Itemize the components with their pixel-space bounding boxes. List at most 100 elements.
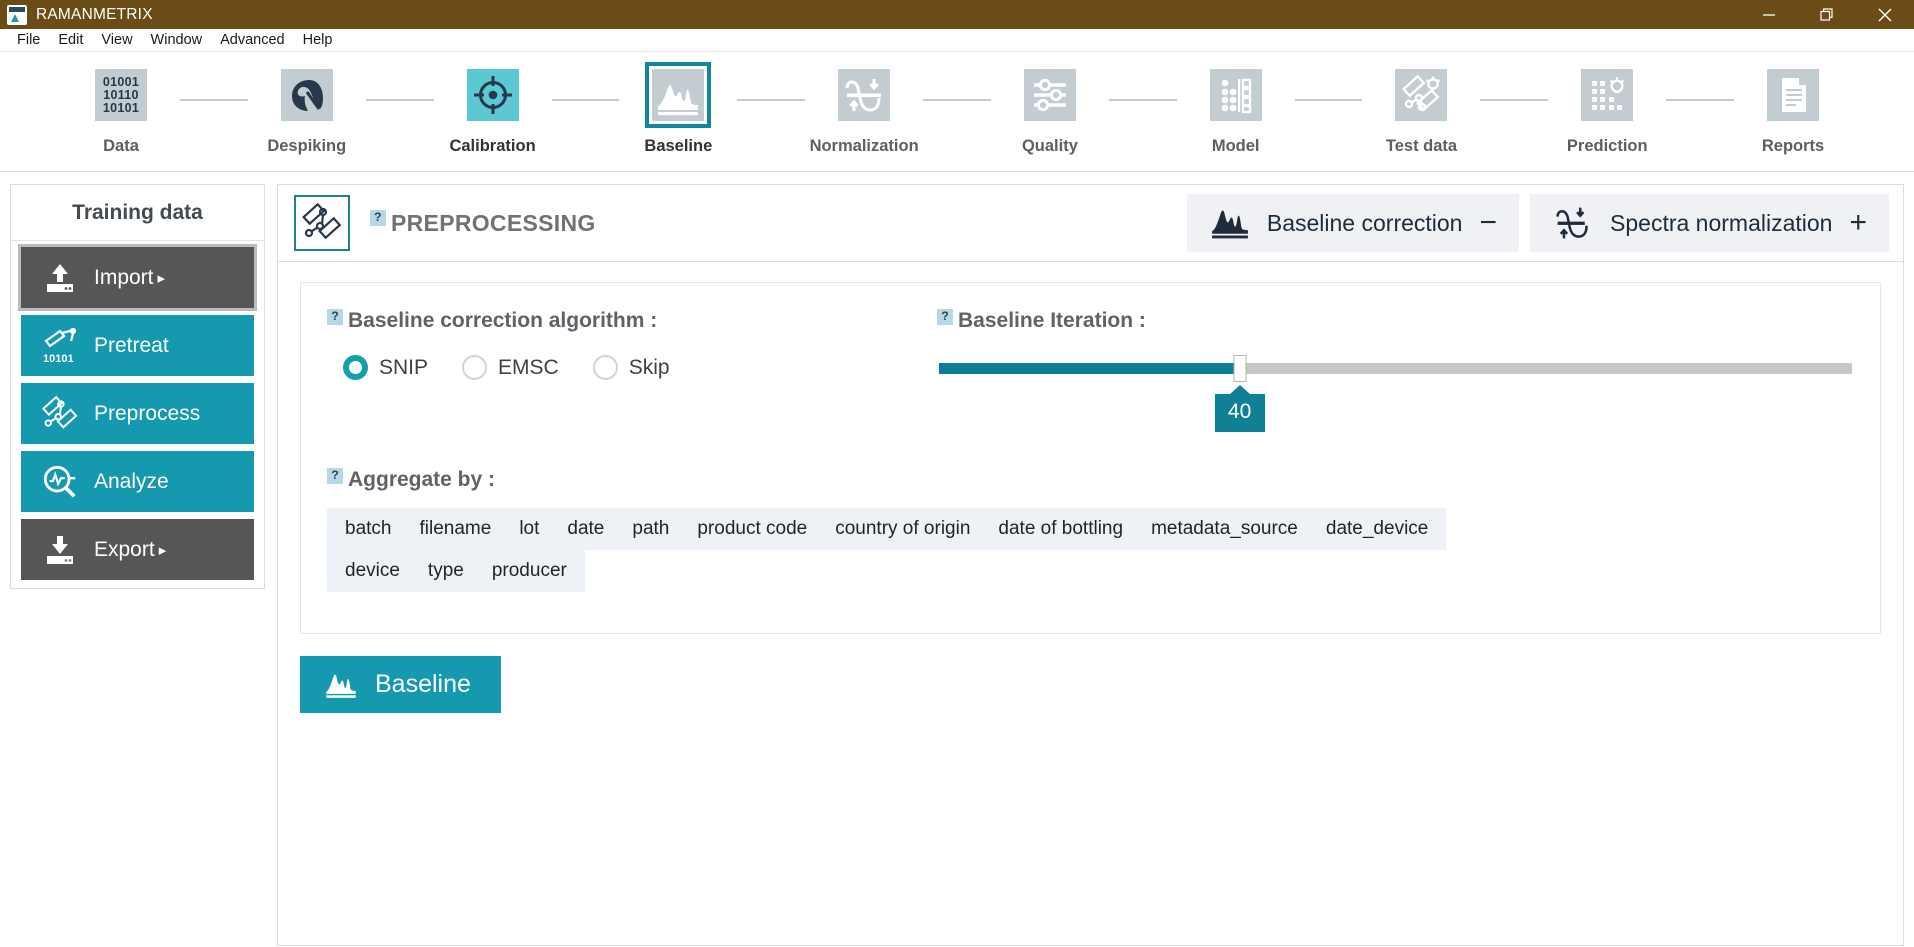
workflow-connector bbox=[365, 99, 434, 101]
sidebar-item-pretreat-label: Pretreat bbox=[94, 333, 169, 357]
page-title-group: ? PREPROCESSING bbox=[370, 209, 596, 237]
workflow-step-quality[interactable]: Quality bbox=[991, 62, 1109, 156]
menu-item-file[interactable]: File bbox=[8, 29, 49, 52]
workflow-step-model[interactable]: Model bbox=[1177, 62, 1295, 156]
aggregate-tag[interactable]: metadata_source bbox=[1137, 514, 1312, 544]
menu-item-advanced[interactable]: Advanced bbox=[211, 29, 294, 52]
baseline-run-button[interactable]: Baseline bbox=[300, 656, 501, 713]
aggregate-tag[interactable]: device bbox=[331, 556, 414, 586]
slider-thumb[interactable] bbox=[1233, 355, 1247, 382]
algorithm-section: ? Baseline correction algorithm : SNIP E… bbox=[327, 309, 927, 380]
aggregate-section: ? Aggregate by : batch filename lot date… bbox=[327, 468, 1854, 592]
workflow-connector bbox=[923, 99, 991, 101]
spectrum-icon bbox=[652, 69, 705, 121]
help-badge-icon[interactable]: ? bbox=[327, 468, 343, 484]
radio-mark-snip[interactable] bbox=[343, 355, 368, 380]
workflow-step-baseline-tile bbox=[645, 62, 712, 128]
collapse-minus-icon[interactable]: − bbox=[1479, 208, 1497, 238]
aggregate-tag[interactable]: path bbox=[618, 514, 683, 544]
close-button[interactable] bbox=[1856, 0, 1914, 29]
workflow-step-baseline[interactable]: Baseline bbox=[619, 62, 737, 156]
main-panel: ? PREPROCESSING Baseline correction − Sp… bbox=[277, 184, 1904, 946]
run-row: Baseline bbox=[300, 656, 1881, 713]
aggregate-tag[interactable]: filename bbox=[405, 514, 505, 544]
menu-item-view[interactable]: View bbox=[92, 29, 141, 52]
help-badge-icon[interactable]: ? bbox=[370, 209, 386, 226]
menu-item-edit[interactable]: Edit bbox=[49, 29, 92, 52]
iteration-label-group: ? Baseline Iteration : bbox=[937, 309, 1854, 333]
sidebar-item-import-label: Import bbox=[94, 265, 154, 289]
sliders-icon bbox=[1023, 69, 1076, 121]
radio-option-skip-label: Skip bbox=[628, 355, 670, 379]
slider-track[interactable] bbox=[939, 363, 1852, 374]
aggregate-tag[interactable]: date of bottling bbox=[984, 514, 1137, 544]
workflow-step-test-data[interactable]: Test data bbox=[1362, 62, 1480, 156]
workflow-step-quality-tile bbox=[1017, 62, 1083, 128]
baseline-run-button-label: Baseline bbox=[375, 670, 471, 698]
aggregate-tag[interactable]: lot bbox=[505, 514, 553, 544]
sidebar-item-pretreat[interactable]: 10101 Pretreat bbox=[21, 315, 254, 376]
model-matrix-icon bbox=[1209, 69, 1262, 121]
aggregate-tag[interactable]: producer bbox=[478, 556, 581, 586]
aggregate-tag[interactable]: type bbox=[414, 556, 478, 586]
workflow-step-reports[interactable]: Reports bbox=[1734, 62, 1852, 156]
page-title: PREPROCESSING bbox=[391, 209, 596, 236]
workflow-step-calibration[interactable]: Calibration bbox=[434, 62, 552, 156]
spectrum-icon bbox=[1209, 206, 1251, 240]
tab-baseline-correction[interactable]: Baseline correction − bbox=[1186, 194, 1520, 252]
sidebar-title: Training data bbox=[11, 185, 264, 241]
iteration-label: Baseline Iteration : bbox=[958, 309, 1146, 332]
sidebar-item-preprocess[interactable]: Preprocess bbox=[21, 383, 254, 444]
workflow-step-baseline-label: Baseline bbox=[644, 137, 713, 155]
aggregate-tag[interactable]: date bbox=[553, 514, 618, 544]
radio-option-emsc-label: EMSC bbox=[498, 355, 559, 379]
sidebar-item-analyze[interactable]: Analyze bbox=[21, 451, 254, 512]
radio-option-snip[interactable]: SNIP bbox=[343, 355, 428, 380]
workflow-step-despiking-tile bbox=[274, 62, 340, 128]
workflow-step-prediction[interactable]: Prediction bbox=[1548, 62, 1666, 156]
workflow-step-reports-label: Reports bbox=[1761, 137, 1825, 155]
radio-mark-emsc[interactable] bbox=[462, 355, 488, 380]
algorithm-label: Baseline correction algorithm : bbox=[348, 309, 658, 332]
workflow-step-despiking[interactable]: Despiking bbox=[248, 62, 366, 156]
pretreat-icon: 10101 bbox=[34, 327, 86, 365]
workflow-step-test-data-tile bbox=[1388, 62, 1454, 128]
minimize-button[interactable] bbox=[1740, 0, 1798, 29]
workflow-step-data[interactable]: 01001 10110 10101 Data bbox=[62, 62, 180, 156]
baseline-settings-card: ? Baseline correction algorithm : SNIP E… bbox=[300, 282, 1881, 634]
preprocess-icon bbox=[34, 395, 86, 433]
menu-item-help[interactable]: Help bbox=[294, 29, 342, 52]
sidebar-item-import[interactable]: Import ▸ bbox=[18, 244, 257, 311]
radio-mark-skip[interactable] bbox=[592, 355, 618, 380]
sidebar-list: Import ▸ 10101 Pretreat Preprocess Analy… bbox=[11, 241, 264, 597]
radio-option-emsc[interactable]: EMSC bbox=[462, 355, 559, 380]
help-badge-icon[interactable]: ? bbox=[937, 309, 953, 325]
tab-spectra-normalization[interactable]: Spectra normalization + bbox=[1530, 194, 1889, 252]
report-icon bbox=[1767, 69, 1820, 121]
help-badge-icon[interactable]: ? bbox=[327, 309, 343, 325]
baseline-iteration-slider[interactable]: 40 bbox=[937, 355, 1854, 432]
workflow-connector bbox=[737, 99, 806, 101]
radio-option-skip[interactable]: Skip bbox=[592, 355, 670, 380]
menu-item-window[interactable]: Window bbox=[142, 29, 212, 52]
workflow-step-model-tile bbox=[1203, 62, 1269, 128]
prediction-icon bbox=[1581, 69, 1634, 121]
test-data-icon bbox=[1395, 69, 1448, 121]
workflow-step-normalization[interactable]: Normalization bbox=[805, 62, 923, 156]
aggregate-tag[interactable]: product code bbox=[683, 514, 821, 544]
aggregate-tag[interactable]: batch bbox=[331, 514, 405, 544]
sidebar-item-export[interactable]: Export ▸ bbox=[21, 519, 254, 580]
settings-top-row: ? Baseline correction algorithm : SNIP E… bbox=[327, 309, 1854, 432]
aggregate-tag[interactable]: country of origin bbox=[821, 514, 984, 544]
workflow-step-normalization-tile bbox=[831, 62, 897, 128]
aggregate-tag-box: batch filename lot date path product cod… bbox=[327, 508, 1462, 592]
spectrum-icon bbox=[324, 671, 358, 699]
workflow-step-data-label: Data bbox=[103, 137, 139, 155]
iteration-section: ? Baseline Iteration : 40 bbox=[927, 309, 1854, 432]
algorithm-radio-group: SNIP EMSC Skip bbox=[327, 355, 927, 380]
expand-plus-icon[interactable]: + bbox=[1849, 208, 1867, 238]
preprocess-icon bbox=[294, 195, 350, 251]
maximize-button[interactable] bbox=[1798, 0, 1856, 29]
aggregate-tag[interactable]: date_device bbox=[1312, 514, 1442, 544]
workflow-connector bbox=[1108, 99, 1177, 101]
